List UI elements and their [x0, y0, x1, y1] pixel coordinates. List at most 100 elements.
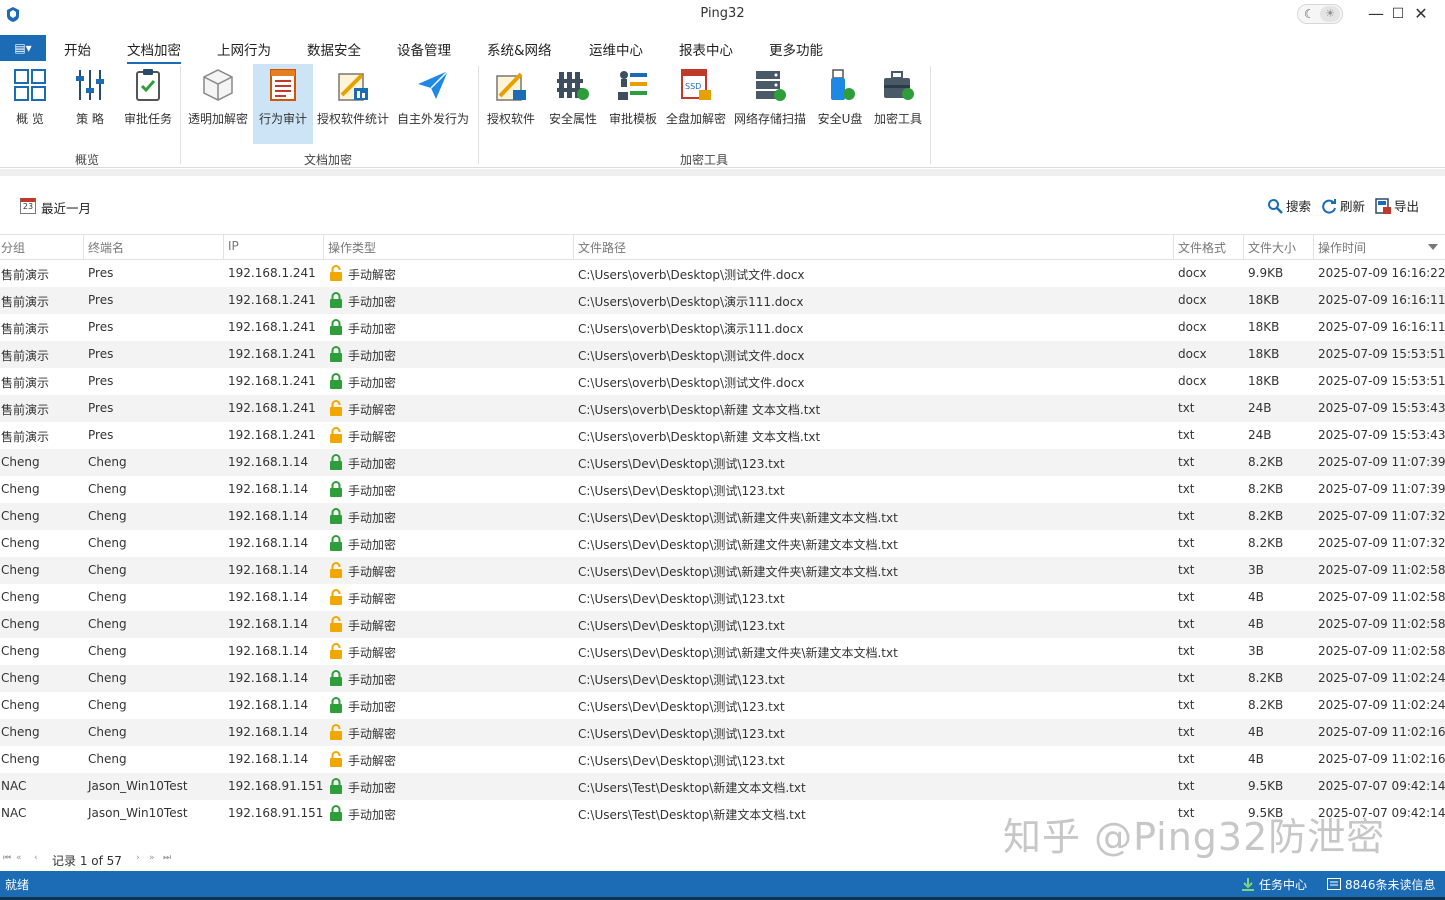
- cell-operation: 手动加密: [348, 808, 397, 822]
- export-icon: [1375, 198, 1391, 214]
- tab-ops-center[interactable]: 运维中心: [589, 39, 643, 59]
- tab-report-center[interactable]: 报表中心: [679, 39, 733, 59]
- first-page-icon[interactable]: ⏮: [3, 853, 11, 863]
- svg-text:SSD: SSD: [685, 82, 701, 91]
- column-header-terminal[interactable]: 终端名: [88, 239, 124, 256]
- cell-format: txt: [1178, 644, 1195, 658]
- unread-messages-button[interactable]: 8846条未读信息: [1327, 876, 1436, 893]
- ribbon-self-send-button[interactable]: 自主外发行为: [396, 64, 470, 144]
- tab-device-management[interactable]: 设备管理: [397, 39, 451, 59]
- tab-internet-behavior[interactable]: 上网行为: [217, 39, 271, 59]
- cell-operation: 手动解密: [348, 646, 397, 660]
- ribbon-security-attr-button[interactable]: 安全属性: [545, 64, 601, 144]
- column-divider[interactable]: [223, 235, 224, 260]
- cell-path: C:\Users\overb\Desktop\测试文件.docx: [578, 349, 805, 363]
- column-divider[interactable]: [1243, 235, 1244, 260]
- ribbon-encrypt-tools-button[interactable]: 加密工具: [871, 64, 925, 144]
- cell-format: txt: [1178, 779, 1195, 793]
- tab-system-network[interactable]: 系统&网络: [487, 39, 552, 59]
- cell-time: 2025-07-09 15:53:51: [1318, 374, 1445, 388]
- lock-open-icon: [330, 265, 342, 281]
- column-header-operation[interactable]: 操作类型: [328, 239, 376, 256]
- search-button[interactable]: 搜索: [1267, 196, 1311, 216]
- theme-toggle[interactable]: ☾ ☀: [1297, 4, 1343, 24]
- table-row[interactable]: Cheng Cheng 192.168.1.14 手动解密 C:\Users\Dev\D…: [0, 746, 1445, 773]
- refresh-button[interactable]: 刷新: [1321, 196, 1365, 216]
- cell-size: 8.2KB: [1248, 455, 1284, 469]
- download-icon: [1242, 878, 1254, 891]
- ribbon-bottom-gap: [0, 169, 1445, 176]
- table-row[interactable]: Cheng Cheng 192.168.1.14 手动加密 C:\Users\Dev\D…: [0, 692, 1445, 719]
- column-divider[interactable]: [573, 235, 574, 260]
- ribbon-network-storage-scan-button[interactable]: 网络存储扫描: [733, 64, 807, 144]
- table-row[interactable]: Cheng Cheng 192.168.1.14 手动加密 C:\Users\Dev\D…: [0, 665, 1445, 692]
- tab-data-security[interactable]: 数据安全: [307, 39, 361, 59]
- cell-size: 18KB: [1248, 347, 1280, 361]
- tab-document-encryption[interactable]: 文档加密: [127, 39, 181, 64]
- cell-group: NAC: [1, 779, 27, 793]
- table-row[interactable]: NAC Jason_Win10Test 192.168.91.151 手动加密 C:\U…: [0, 773, 1445, 800]
- ribbon-auth-software-stats-button[interactable]: 授权软件统计: [316, 64, 390, 144]
- cell-path: C:\Users\overb\Desktop\演示111.docx: [578, 322, 804, 336]
- column-header-group[interactable]: 分组: [1, 239, 25, 256]
- table-row[interactable]: Cheng Cheng 192.168.1.14 手动解密 C:\Users\Dev\D…: [0, 584, 1445, 611]
- table-row[interactable]: Cheng Cheng 192.168.1.14 手动解密 C:\Users\Dev\D…: [0, 557, 1445, 584]
- column-header-size[interactable]: 文件大小: [1248, 239, 1296, 256]
- cell-terminal: Jason_Win10Test: [88, 779, 188, 793]
- table-row[interactable]: 售前演示 Pres 192.168.1.241 手动加密 C:\Users\overb\…: [0, 287, 1445, 314]
- table-row[interactable]: Cheng Cheng 192.168.1.14 手动加密 C:\Users\Dev\D…: [0, 503, 1445, 530]
- table-row[interactable]: 售前演示 Pres 192.168.1.241 手动解密 C:\Users\overb\…: [0, 422, 1445, 449]
- table-row[interactable]: Cheng Cheng 192.168.1.14 手动解密 C:\Users\Dev\D…: [0, 638, 1445, 665]
- table-row[interactable]: 售前演示 Pres 192.168.1.241 手动加密 C:\Users\overb\…: [0, 314, 1445, 341]
- sort-descending-icon[interactable]: [1428, 244, 1438, 250]
- column-divider[interactable]: [1313, 235, 1314, 260]
- tab-start[interactable]: 开始: [64, 39, 91, 59]
- close-button[interactable]: ✕: [1398, 0, 1444, 30]
- table-row[interactable]: 售前演示 Pres 192.168.1.241 手动加密 C:\Users\overb\…: [0, 368, 1445, 395]
- ribbon-approval-template-button[interactable]: 审批模板: [605, 64, 661, 144]
- lock-closed-icon: [330, 535, 342, 551]
- ribbon-authorized-software-button[interactable]: 授权软件: [483, 64, 539, 144]
- next-icon[interactable]: ›: [136, 853, 140, 863]
- ribbon-approval-tasks-button[interactable]: 审批任务: [120, 64, 176, 144]
- app-menu-button[interactable]: ▤▾: [0, 35, 46, 61]
- window-title: Ping32: [700, 6, 745, 21]
- prev-page-group-icon[interactable]: «: [16, 853, 22, 863]
- ribbon-overview-button[interactable]: 概 览: [4, 64, 56, 144]
- column-header-time[interactable]: 操作时间: [1318, 239, 1366, 256]
- ribbon-full-disk-crypto-button[interactable]: SSD 全盘加解密: [664, 64, 728, 144]
- column-divider[interactable]: [323, 235, 324, 260]
- table-row[interactable]: Cheng Cheng 192.168.1.14 手动加密 C:\Users\Dev\D…: [0, 476, 1445, 503]
- ribbon-behavior-audit-button[interactable]: 行为审计: [253, 64, 313, 144]
- tab-more-features[interactable]: 更多功能: [769, 39, 823, 59]
- table-body: 售前演示 Pres 192.168.1.241 手动解密 C:\Users\overb\…: [0, 260, 1445, 827]
- lock-open-icon: [330, 427, 342, 443]
- ribbon: 概 览 策 略 审批任务 概览 透明加解密 行为审计 授权软件统计 自主外发行为…: [0, 62, 1445, 168]
- export-button[interactable]: 导出: [1375, 196, 1419, 216]
- cell-time: 2025-07-09 11:02:58: [1318, 590, 1445, 604]
- column-divider[interactable]: [83, 235, 84, 260]
- ribbon-secure-usb-button[interactable]: 安全U盘: [814, 64, 866, 144]
- last-page-icon[interactable]: ⏭: [163, 853, 171, 863]
- ribbon-policy-button[interactable]: 策 略: [64, 64, 116, 144]
- cell-operation: 手动解密: [348, 430, 397, 444]
- table-row[interactable]: 售前演示 Pres 192.168.1.241 手动加密 C:\Users\overb\…: [0, 341, 1445, 368]
- table-row[interactable]: Cheng Cheng 192.168.1.14 手动解密 C:\Users\Dev\D…: [0, 719, 1445, 746]
- lock-closed-icon: [330, 778, 342, 794]
- column-header-path[interactable]: 文件路径: [578, 239, 626, 256]
- column-header-ip[interactable]: IP: [228, 239, 239, 253]
- task-center-button[interactable]: 任务中心: [1241, 876, 1307, 893]
- cell-ip: 192.168.1.241: [228, 374, 316, 388]
- cell-terminal: Jason_Win10Test: [88, 806, 188, 820]
- column-divider[interactable]: [1173, 235, 1174, 260]
- table-row[interactable]: 售前演示 Pres 192.168.1.241 手动解密 C:\Users\overb\…: [0, 260, 1445, 287]
- ribbon-transparent-crypto-button[interactable]: 透明加解密: [186, 64, 250, 144]
- column-header-format[interactable]: 文件格式: [1178, 239, 1226, 256]
- table-row[interactable]: Cheng Cheng 192.168.1.14 手动加密 C:\Users\Dev\D…: [0, 449, 1445, 476]
- cell-path: C:\Users\overb\Desktop\新建 文本文档.txt: [578, 430, 821, 444]
- table-row[interactable]: Cheng Cheng 192.168.1.14 手动加密 C:\Users\Dev\D…: [0, 530, 1445, 557]
- table-row[interactable]: 售前演示 Pres 192.168.1.241 手动解密 C:\Users\overb\…: [0, 395, 1445, 422]
- prev-icon[interactable]: ‹: [34, 853, 38, 863]
- next-page-group-icon[interactable]: »: [149, 853, 155, 863]
- table-row[interactable]: Cheng Cheng 192.168.1.14 手动解密 C:\Users\Dev\D…: [0, 611, 1445, 638]
